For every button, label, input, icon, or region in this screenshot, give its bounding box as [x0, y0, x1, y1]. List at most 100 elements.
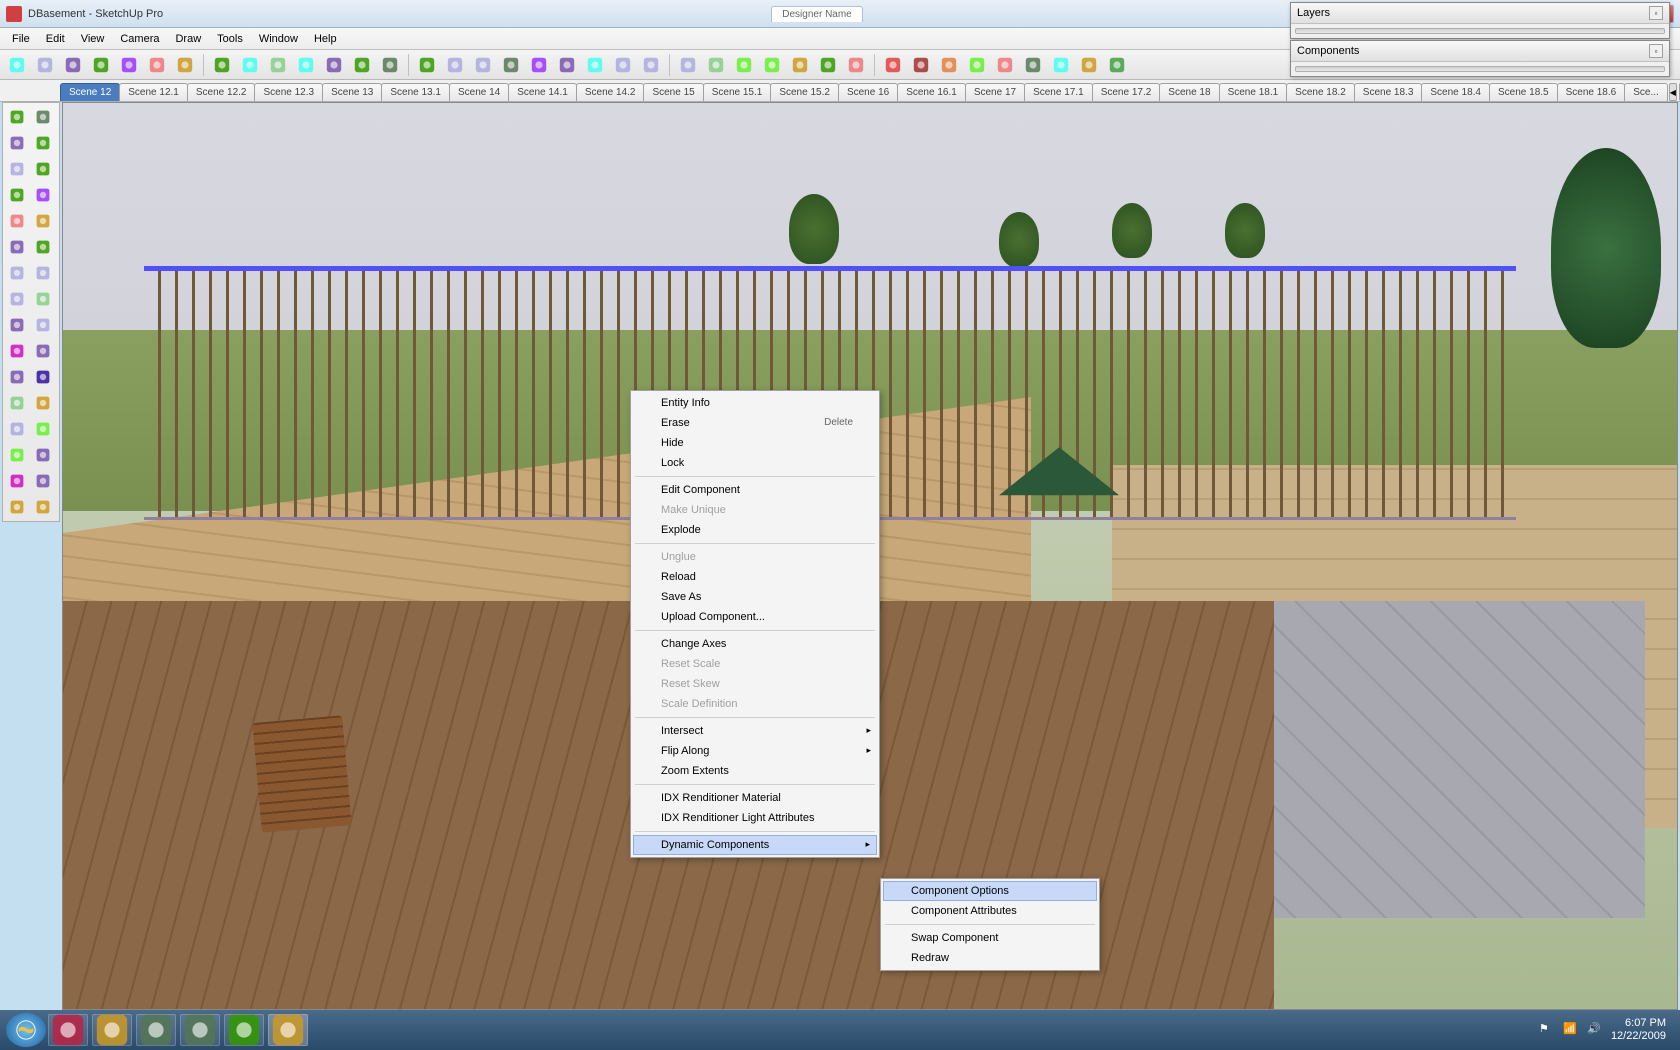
- photo-match-button[interactable]: [964, 53, 990, 77]
- menu-tools[interactable]: Tools: [209, 31, 251, 47]
- position-camera-tool[interactable]: [5, 469, 29, 493]
- ctx-component-attributes[interactable]: Component Attributes: [883, 901, 1097, 921]
- components-panel[interactable]: Components ▫: [1290, 40, 1670, 77]
- scene-tab[interactable]: Scene 15: [643, 83, 703, 101]
- taskbar-chrome-icon[interactable]: [224, 1014, 264, 1046]
- outliner-button[interactable]: [787, 53, 813, 77]
- prev-tool[interactable]: [31, 469, 55, 493]
- scale-red-tool[interactable]: [5, 287, 29, 311]
- ctx-redraw[interactable]: Redraw: [883, 948, 1097, 968]
- zoom-extents-button[interactable]: [582, 53, 608, 77]
- tray-network-icon[interactable]: 📶: [1563, 1022, 1579, 1038]
- taskbar-sketchup-icon[interactable]: [268, 1014, 308, 1046]
- ctx-intersect[interactable]: Intersect: [633, 721, 877, 741]
- settings-button[interactable]: [1076, 53, 1102, 77]
- scene-tab[interactable]: Scene 15.1: [703, 83, 772, 101]
- taskbar-clock[interactable]: 6:07 PM 12/22/2009: [1611, 1017, 1666, 1043]
- taskbar-explorer-icon[interactable]: [92, 1014, 132, 1046]
- start-button[interactable]: [6, 1013, 46, 1047]
- eraser-button[interactable]: [209, 53, 235, 77]
- scene-tab[interactable]: Scene 17.2: [1092, 83, 1161, 101]
- section-button[interactable]: [992, 53, 1018, 77]
- menu-help[interactable]: Help: [306, 31, 345, 47]
- arc-tool[interactable]: [31, 183, 55, 207]
- taskbar-media-icon[interactable]: [136, 1014, 176, 1046]
- render-darkred-button[interactable]: [908, 53, 934, 77]
- menu-camera[interactable]: Camera: [112, 31, 167, 47]
- axes-tool[interactable]: [5, 365, 29, 389]
- orbit-tool-tool[interactable]: [5, 391, 29, 415]
- paint-bucket-button[interactable]: [293, 53, 319, 77]
- follow-me-tool[interactable]: [31, 261, 55, 285]
- arc-button[interactable]: [116, 53, 142, 77]
- ctx-reload[interactable]: Reload: [633, 567, 877, 587]
- next-view-button[interactable]: [638, 53, 664, 77]
- scene-tab[interactable]: Scene 15.2: [770, 83, 839, 101]
- ctx-explode[interactable]: Explode: [633, 520, 877, 540]
- get-models-button[interactable]: [703, 53, 729, 77]
- ctx-component-options[interactable]: Component Options: [883, 881, 1097, 901]
- scene-tab[interactable]: Scene 16: [838, 83, 898, 101]
- taskbar-ie-icon[interactable]: [48, 1014, 88, 1046]
- scene-tab[interactable]: Scene 14.1: [508, 83, 577, 101]
- ctx-save-as[interactable]: Save As: [633, 587, 877, 607]
- ctx-change-axes[interactable]: Change Axes: [633, 634, 877, 654]
- scene-tab[interactable]: Scene 18.1: [1219, 83, 1288, 101]
- render-orange-button[interactable]: [936, 53, 962, 77]
- select-arrow-button[interactable]: [4, 53, 30, 77]
- tape-measure-button[interactable]: [237, 53, 263, 77]
- dimension-tool[interactable]: [31, 313, 55, 337]
- offset-button[interactable]: [414, 53, 440, 77]
- prev-view-button[interactable]: [610, 53, 636, 77]
- follow-me-button[interactable]: [470, 53, 496, 77]
- ctx-zoom-extents[interactable]: Zoom Extents: [633, 761, 877, 781]
- menu-view[interactable]: View: [73, 31, 113, 47]
- render-red-button[interactable]: [880, 53, 906, 77]
- scene-tab[interactable]: Sce...: [1624, 83, 1668, 101]
- rotate-button[interactable]: [349, 53, 375, 77]
- circle-tool[interactable]: [5, 183, 29, 207]
- taskbar-paint-icon[interactable]: [180, 1014, 220, 1046]
- text-tool[interactable]: [31, 339, 55, 363]
- menu-draw[interactable]: Draw: [167, 31, 209, 47]
- pan-button[interactable]: [526, 53, 552, 77]
- component-button[interactable]: [675, 53, 701, 77]
- scene-tab[interactable]: Scene 13: [322, 83, 382, 101]
- ctx-entity-info[interactable]: Entity Info: [633, 393, 877, 413]
- shadows-button[interactable]: [843, 53, 869, 77]
- scene-tab[interactable]: Scene 12.1: [119, 83, 188, 101]
- zoom-button[interactable]: [554, 53, 580, 77]
- ctx-edit-component[interactable]: Edit Component: [633, 480, 877, 500]
- rectangle-tool[interactable]: [5, 157, 29, 181]
- pan-tool-tool[interactable]: [31, 391, 55, 415]
- walk-tool[interactable]: [31, 443, 55, 467]
- line-tool[interactable]: [5, 131, 29, 155]
- scene-tab[interactable]: Scene 18: [1159, 83, 1219, 101]
- pencil-tool[interactable]: [31, 157, 55, 181]
- layers-button[interactable]: [815, 53, 841, 77]
- sandbox2-tool[interactable]: [31, 495, 55, 519]
- share-model-button[interactable]: [731, 53, 757, 77]
- scene-tab[interactable]: Scene 16.1: [897, 83, 966, 101]
- scene-tab[interactable]: Scene 14.2: [576, 83, 645, 101]
- zoom-tool-tool[interactable]: [5, 417, 29, 441]
- components-panel-close-icon[interactable]: ▫: [1649, 44, 1663, 58]
- paint-tool[interactable]: [31, 105, 55, 129]
- ctx-idx-renditioner-light-attributes[interactable]: IDX Renditioner Light Attributes: [633, 808, 877, 828]
- protractor-button[interactable]: [265, 53, 291, 77]
- layers-panel-close-icon[interactable]: ▫: [1649, 6, 1663, 20]
- menu-file[interactable]: File: [4, 31, 38, 47]
- scene-tab[interactable]: Scene 17: [965, 83, 1025, 101]
- orbit-button[interactable]: [498, 53, 524, 77]
- line-button[interactable]: [60, 53, 86, 77]
- look-around-tool[interactable]: [5, 443, 29, 467]
- polygon-tool[interactable]: [5, 209, 29, 233]
- sandbox1-tool[interactable]: [5, 495, 29, 519]
- menu-edit[interactable]: Edit: [38, 31, 73, 47]
- scene-tab[interactable]: Scene 17.1: [1024, 83, 1093, 101]
- move-tool[interactable]: [5, 235, 29, 259]
- ctx-idx-renditioner-material[interactable]: IDX Renditioner Material: [633, 788, 877, 808]
- push-pull-tool[interactable]: [5, 261, 29, 285]
- offset-red-tool[interactable]: [31, 287, 55, 311]
- freehand-button[interactable]: [172, 53, 198, 77]
